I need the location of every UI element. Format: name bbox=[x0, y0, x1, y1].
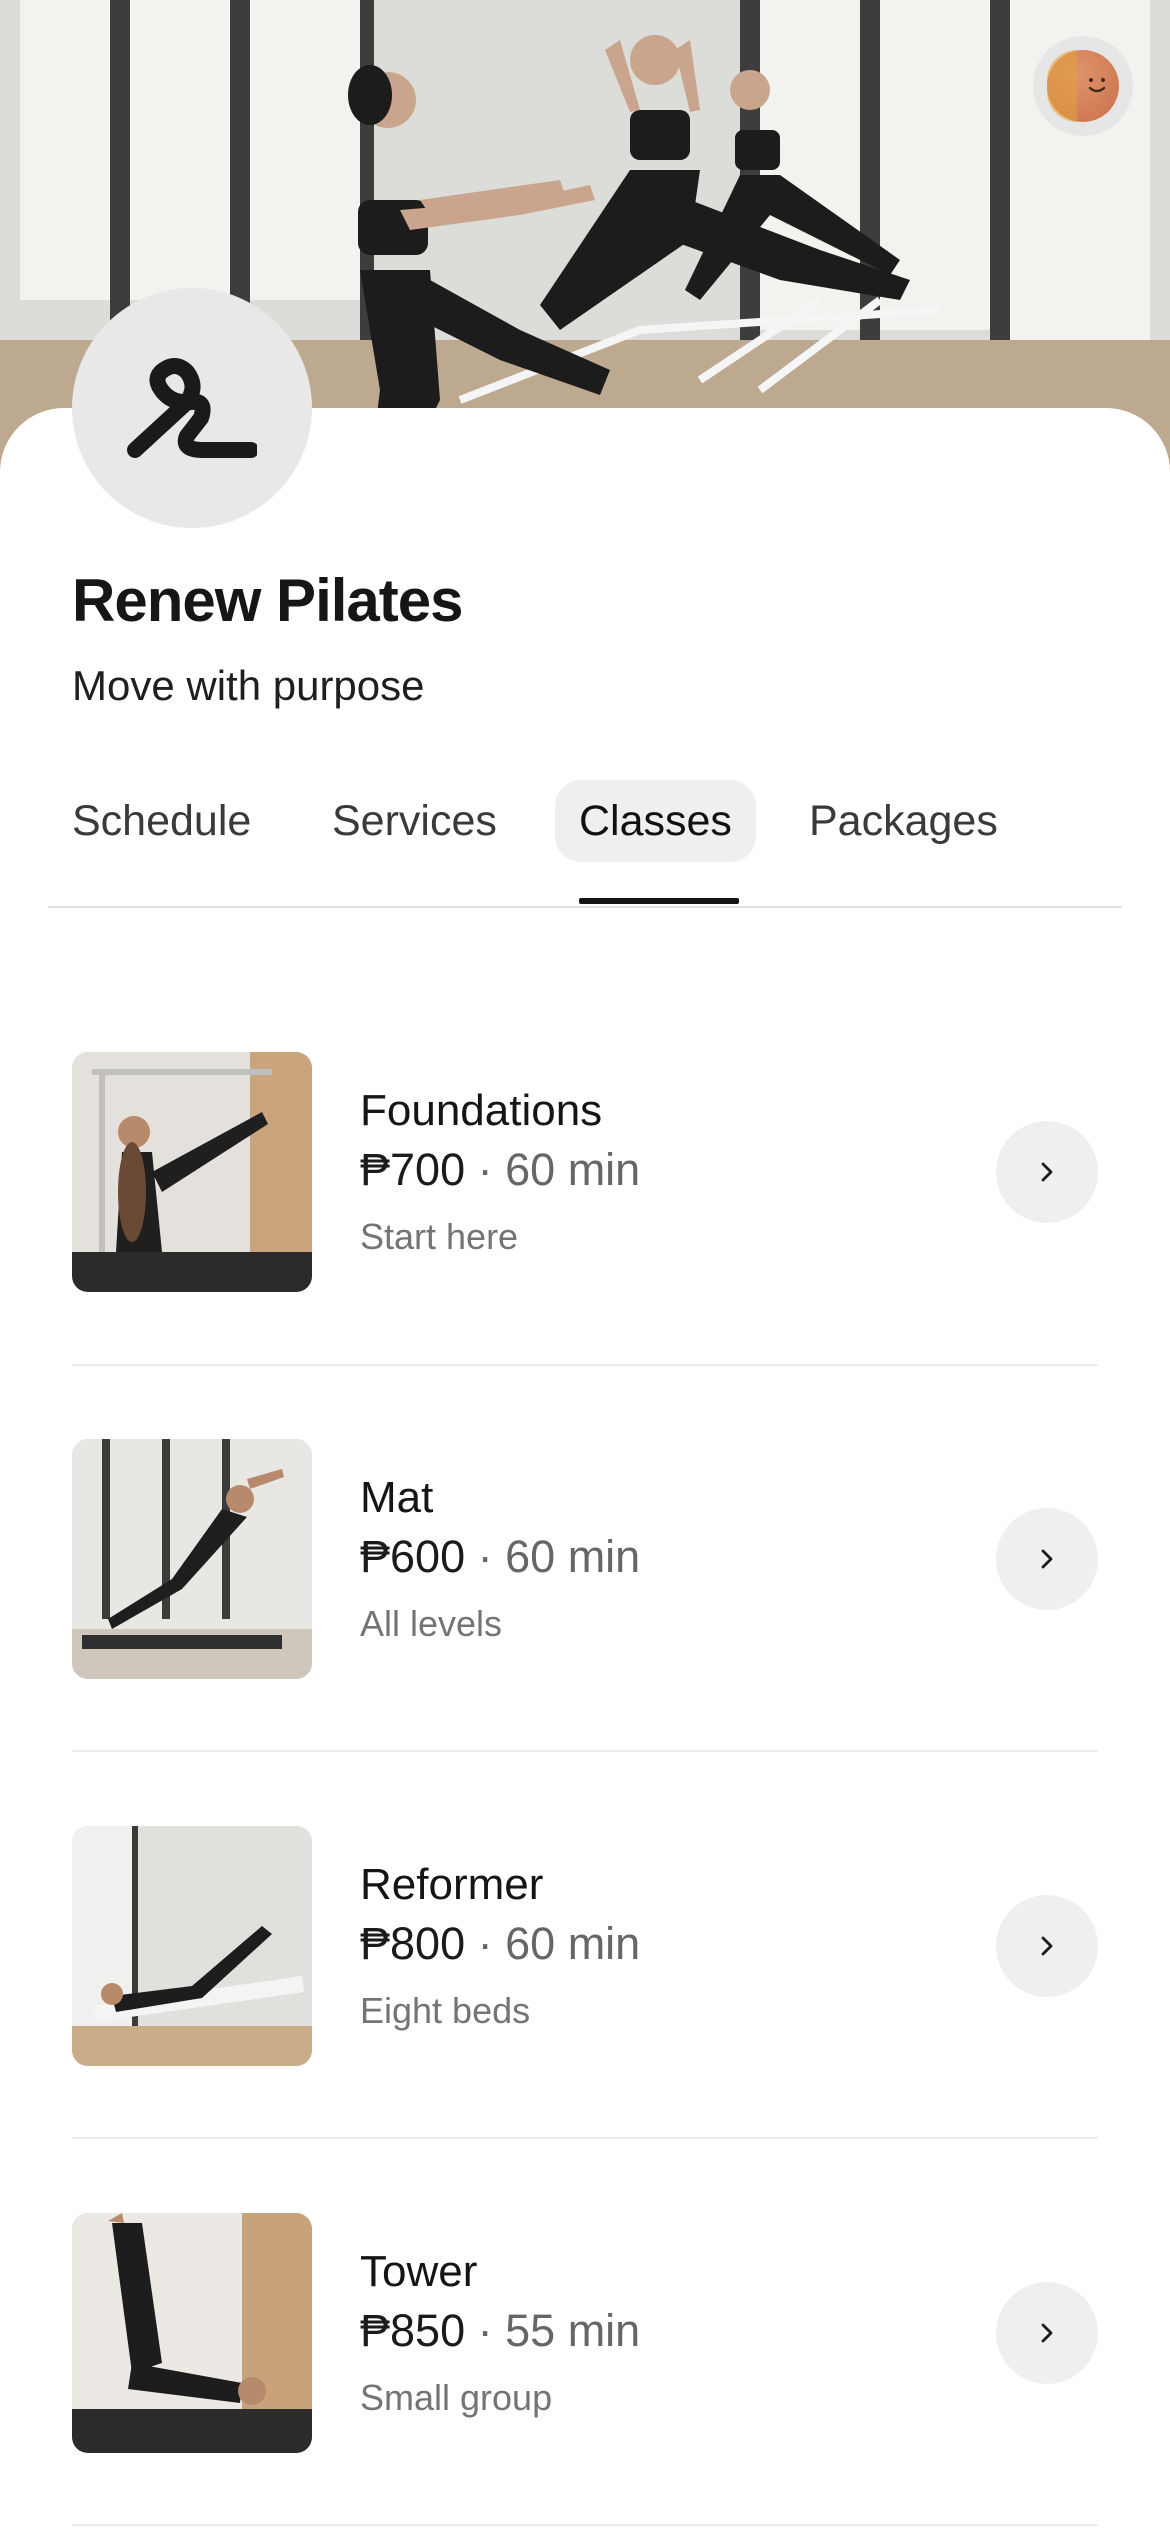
chevron-right-icon bbox=[1041, 2323, 1053, 2343]
class-item-reformer[interactable]: Reformer ₱800 · 60 min Eight beds bbox=[72, 1826, 1098, 2066]
studio-tagline: Move with purpose bbox=[72, 662, 425, 709]
class-subtitle: All levels bbox=[360, 1603, 503, 1644]
open-class-button[interactable] bbox=[996, 1895, 1098, 1997]
class-duration: 55 min bbox=[505, 2305, 641, 2356]
list-divider bbox=[72, 2137, 1098, 2139]
tab-schedule[interactable]: Schedule bbox=[48, 780, 275, 862]
class-duration: 60 min bbox=[505, 1531, 641, 1582]
meta-separator: · bbox=[477, 1531, 493, 1582]
class-title: Foundations bbox=[360, 1086, 603, 1135]
list-divider bbox=[72, 1364, 1098, 1366]
class-duration: 60 min bbox=[505, 1918, 641, 1969]
class-price: ₱600 bbox=[360, 1531, 466, 1582]
class-item-foundations[interactable]: Foundations ₱700 · 60 min Start here bbox=[72, 1052, 1098, 1292]
class-price: ₱700 bbox=[360, 1144, 466, 1195]
list-divider bbox=[72, 2524, 1098, 2526]
class-title: Reformer bbox=[360, 1860, 544, 1909]
class-duration: 60 min bbox=[505, 1144, 641, 1195]
chevron-right-icon bbox=[1041, 1162, 1053, 1182]
class-title: Mat bbox=[360, 1473, 434, 1522]
app-screen: Renew Pilates Move with purpose Schedule… bbox=[0, 0, 1170, 2532]
open-class-button[interactable] bbox=[996, 1508, 1098, 1610]
tab-services[interactable]: Services bbox=[308, 780, 521, 862]
active-tab-indicator bbox=[579, 898, 739, 904]
class-item-mat[interactable]: Mat ₱600 · 60 min All levels bbox=[72, 1439, 1098, 1679]
class-price-duration: ₱850 · 55 min bbox=[360, 2305, 640, 2357]
class-price: ₱800 bbox=[360, 1918, 466, 1969]
user-avatar[interactable] bbox=[1033, 36, 1133, 136]
list-divider bbox=[72, 1750, 1098, 1752]
class-subtitle: Small group bbox=[360, 2377, 553, 2418]
meta-separator: · bbox=[477, 1144, 493, 1195]
class-subtitle: Eight beds bbox=[360, 1990, 531, 2031]
brand-logo-icon bbox=[127, 358, 257, 458]
brand-logo bbox=[72, 288, 312, 528]
meta-separator: · bbox=[477, 2305, 493, 2356]
studio-name: Renew Pilates bbox=[72, 567, 464, 634]
tabs-divider bbox=[48, 906, 1122, 908]
tab-bar: Schedule Services Classes Packages bbox=[0, 780, 1170, 908]
user-avatar-icon bbox=[1047, 50, 1119, 122]
class-thumbnail bbox=[72, 2213, 312, 2453]
chevron-right-icon bbox=[1041, 1549, 1053, 1569]
class-price-duration: ₱700 · 60 min bbox=[360, 1144, 640, 1196]
class-price-duration: ₱600 · 60 min bbox=[360, 1531, 640, 1583]
class-price: ₱850 bbox=[360, 2305, 466, 2356]
meta-separator: · bbox=[477, 1918, 493, 1969]
class-thumbnail bbox=[72, 1439, 312, 1679]
open-class-button[interactable] bbox=[996, 2282, 1098, 2384]
class-subtitle: Start here bbox=[360, 1216, 519, 1257]
tab-classes[interactable]: Classes bbox=[555, 780, 756, 862]
open-class-button[interactable] bbox=[996, 1121, 1098, 1223]
class-title: Tower bbox=[360, 2247, 478, 2296]
class-item-tower[interactable]: Tower ₱850 · 55 min Small group bbox=[72, 2213, 1098, 2453]
class-price-duration: ₱800 · 60 min bbox=[360, 1918, 640, 1970]
tab-packages[interactable]: Packages bbox=[785, 780, 1022, 862]
class-thumbnail bbox=[72, 1826, 312, 2066]
class-thumbnail bbox=[72, 1052, 312, 1292]
chevron-right-icon bbox=[1041, 1936, 1053, 1956]
